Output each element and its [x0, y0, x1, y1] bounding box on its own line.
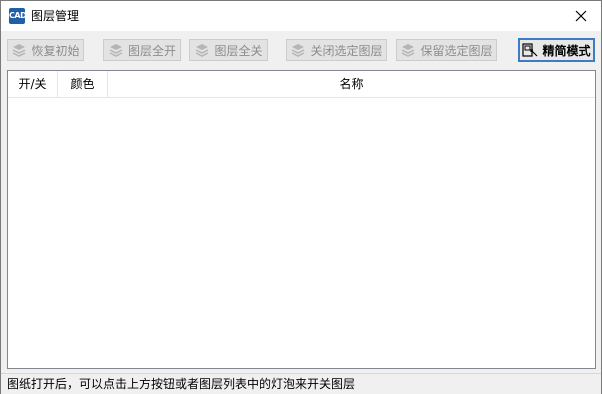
- status-bar: 图纸打开后，可以点击上方按钮或者图层列表中的灯泡来开关图层: [1, 373, 601, 394]
- app-logo-icon: CAD: [9, 8, 25, 24]
- layers-icon: [402, 44, 415, 57]
- column-header-color[interactable]: 颜色: [58, 71, 108, 97]
- layer-list-header: 开/关 颜色 名称: [8, 71, 595, 98]
- close-selected-layers-label: 关闭选定图层: [310, 43, 383, 58]
- simple-mode-label: 精简模式: [542, 43, 591, 58]
- status-text: 图纸打开后，可以点击上方按钮或者图层列表中的灯泡来开关图层: [7, 377, 356, 391]
- close-icon: [575, 10, 587, 22]
- keep-selected-layers-label: 保留选定图层: [420, 43, 493, 58]
- layers-icon: [292, 44, 305, 57]
- keep-selected-layers-button[interactable]: 保留选定图层: [396, 39, 497, 61]
- close-button[interactable]: [561, 1, 601, 31]
- layers-icon: [13, 44, 26, 57]
- all-layers-on-label: 图层全开: [127, 43, 176, 58]
- layers-icon: [109, 44, 123, 57]
- close-selected-layers-button[interactable]: 关闭选定图层: [286, 39, 387, 61]
- simple-mode-icon: [522, 43, 538, 57]
- restore-default-button[interactable]: 恢复初始: [7, 39, 84, 61]
- all-layers-off-label: 图层全关: [214, 43, 263, 58]
- all-layers-off-button[interactable]: 图层全关: [189, 39, 268, 61]
- column-header-on-off[interactable]: 开/关: [8, 71, 58, 97]
- layer-list[interactable]: 开/关 颜色 名称: [7, 70, 596, 369]
- all-layers-on-button[interactable]: 图层全开: [103, 39, 181, 61]
- toolbar: 恢复初始 图层全开 图层全关 关闭选定图层 保留选定图层 精简模式: [1, 31, 601, 69]
- layers-icon: [196, 44, 209, 57]
- restore-default-label: 恢复初始: [31, 43, 80, 58]
- title-bar: CAD 图层管理: [1, 1, 601, 31]
- column-header-name[interactable]: 名称: [108, 71, 595, 97]
- simple-mode-button[interactable]: 精简模式: [518, 38, 595, 62]
- layer-manager-window: CAD 图层管理 恢复初始 图层全开 图层全关 关闭选定图层 保留选定图层 精简…: [0, 0, 602, 394]
- window-title: 图层管理: [31, 9, 80, 23]
